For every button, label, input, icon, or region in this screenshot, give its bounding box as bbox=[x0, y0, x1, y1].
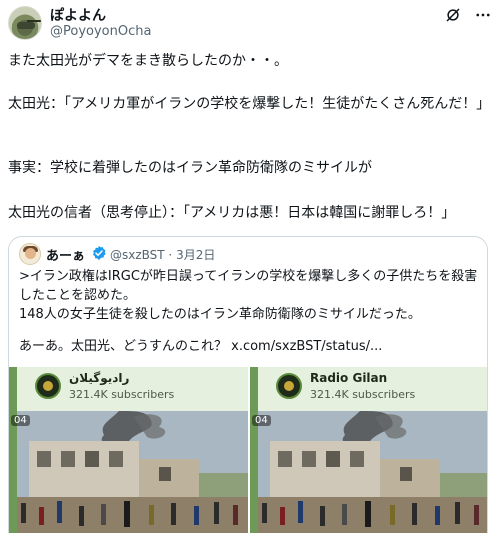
channel-subscribers: 321.4K subscribers bbox=[310, 388, 416, 401]
quote-author-name[interactable]: あーぁ bbox=[46, 245, 85, 264]
more-icon[interactable] bbox=[474, 6, 492, 24]
video-time-badge: 04 bbox=[11, 415, 30, 426]
media-thumbnail[interactable]: Radio Gilan 321.4K subscribers 04 bbox=[250, 367, 487, 533]
avatar-face bbox=[25, 248, 36, 259]
media-thumbnail[interactable]: رادیوگیلان 321.4K subscribers 04 bbox=[9, 367, 248, 533]
channel-header: Radio Gilan 321.4K subscribers bbox=[250, 367, 487, 411]
damaged-building-photo bbox=[9, 411, 248, 533]
tweet-text-line: 事実：学校に着弾したのはイラン革命防衛隊のミサイルが bbox=[8, 160, 372, 176]
quote-author-handle[interactable]: @sxzBST · 3月2日 bbox=[110, 246, 215, 263]
channel-logo bbox=[276, 373, 302, 399]
author-avatar[interactable] bbox=[8, 6, 42, 40]
quote-author-avatar[interactable] bbox=[19, 243, 41, 265]
channel-logo bbox=[35, 373, 61, 399]
quoted-tweet[interactable]: あーぁ @sxzBST · 3月2日 >イラン政権はIRGCが昨日誤ってイランの… bbox=[8, 236, 488, 533]
video-time-badge: 04 bbox=[252, 415, 271, 426]
damaged-building-photo bbox=[250, 411, 487, 533]
grok-icon[interactable] bbox=[444, 6, 462, 24]
media-edge bbox=[9, 367, 17, 533]
media-edge bbox=[250, 367, 258, 533]
channel-name: رادیوگیلان bbox=[69, 371, 130, 385]
verified-icon bbox=[93, 246, 106, 260]
tweet-text-line: また太田光がデマをまき散らしたのか・・。 bbox=[8, 53, 288, 69]
quote-text-line: 148人の女子生徒を殺したのはイラン革命防衛隊のミサイルだった。 bbox=[19, 307, 421, 322]
channel-subscribers: 321.4K subscribers bbox=[69, 388, 175, 401]
channel-name: Radio Gilan bbox=[310, 371, 388, 385]
tweet-header: ぽよよん @PoyoyonOcha bbox=[0, 0, 500, 48]
tank-turret bbox=[17, 22, 35, 29]
tank-barrel bbox=[27, 20, 41, 22]
quote-text-line: あーあ。太田光、どうすんのこれ？ x.com/sxzBST/status/... bbox=[19, 339, 383, 354]
tweet-text-line: 太田光：「アメリカ軍がイランの学校を爆撃した！生徒がたくさん死んだ！」 bbox=[8, 96, 491, 112]
quote-text-line: したことを認めた。 bbox=[19, 288, 137, 303]
author-name[interactable]: ぽよよん bbox=[50, 5, 106, 25]
tweet-text-line: 太田光の信者（思考停止）：「アメリカは悪！日本は韓国に謝罪しろ！」 bbox=[8, 205, 456, 221]
channel-header: رادیوگیلان 321.4K subscribers bbox=[9, 367, 248, 411]
author-handle[interactable]: @PoyoyonOcha bbox=[50, 24, 151, 39]
quote-text-line: >イラン政権はIRGCが昨日誤ってイランの学校を爆撃し多くの子供たちを殺害 bbox=[19, 269, 478, 284]
